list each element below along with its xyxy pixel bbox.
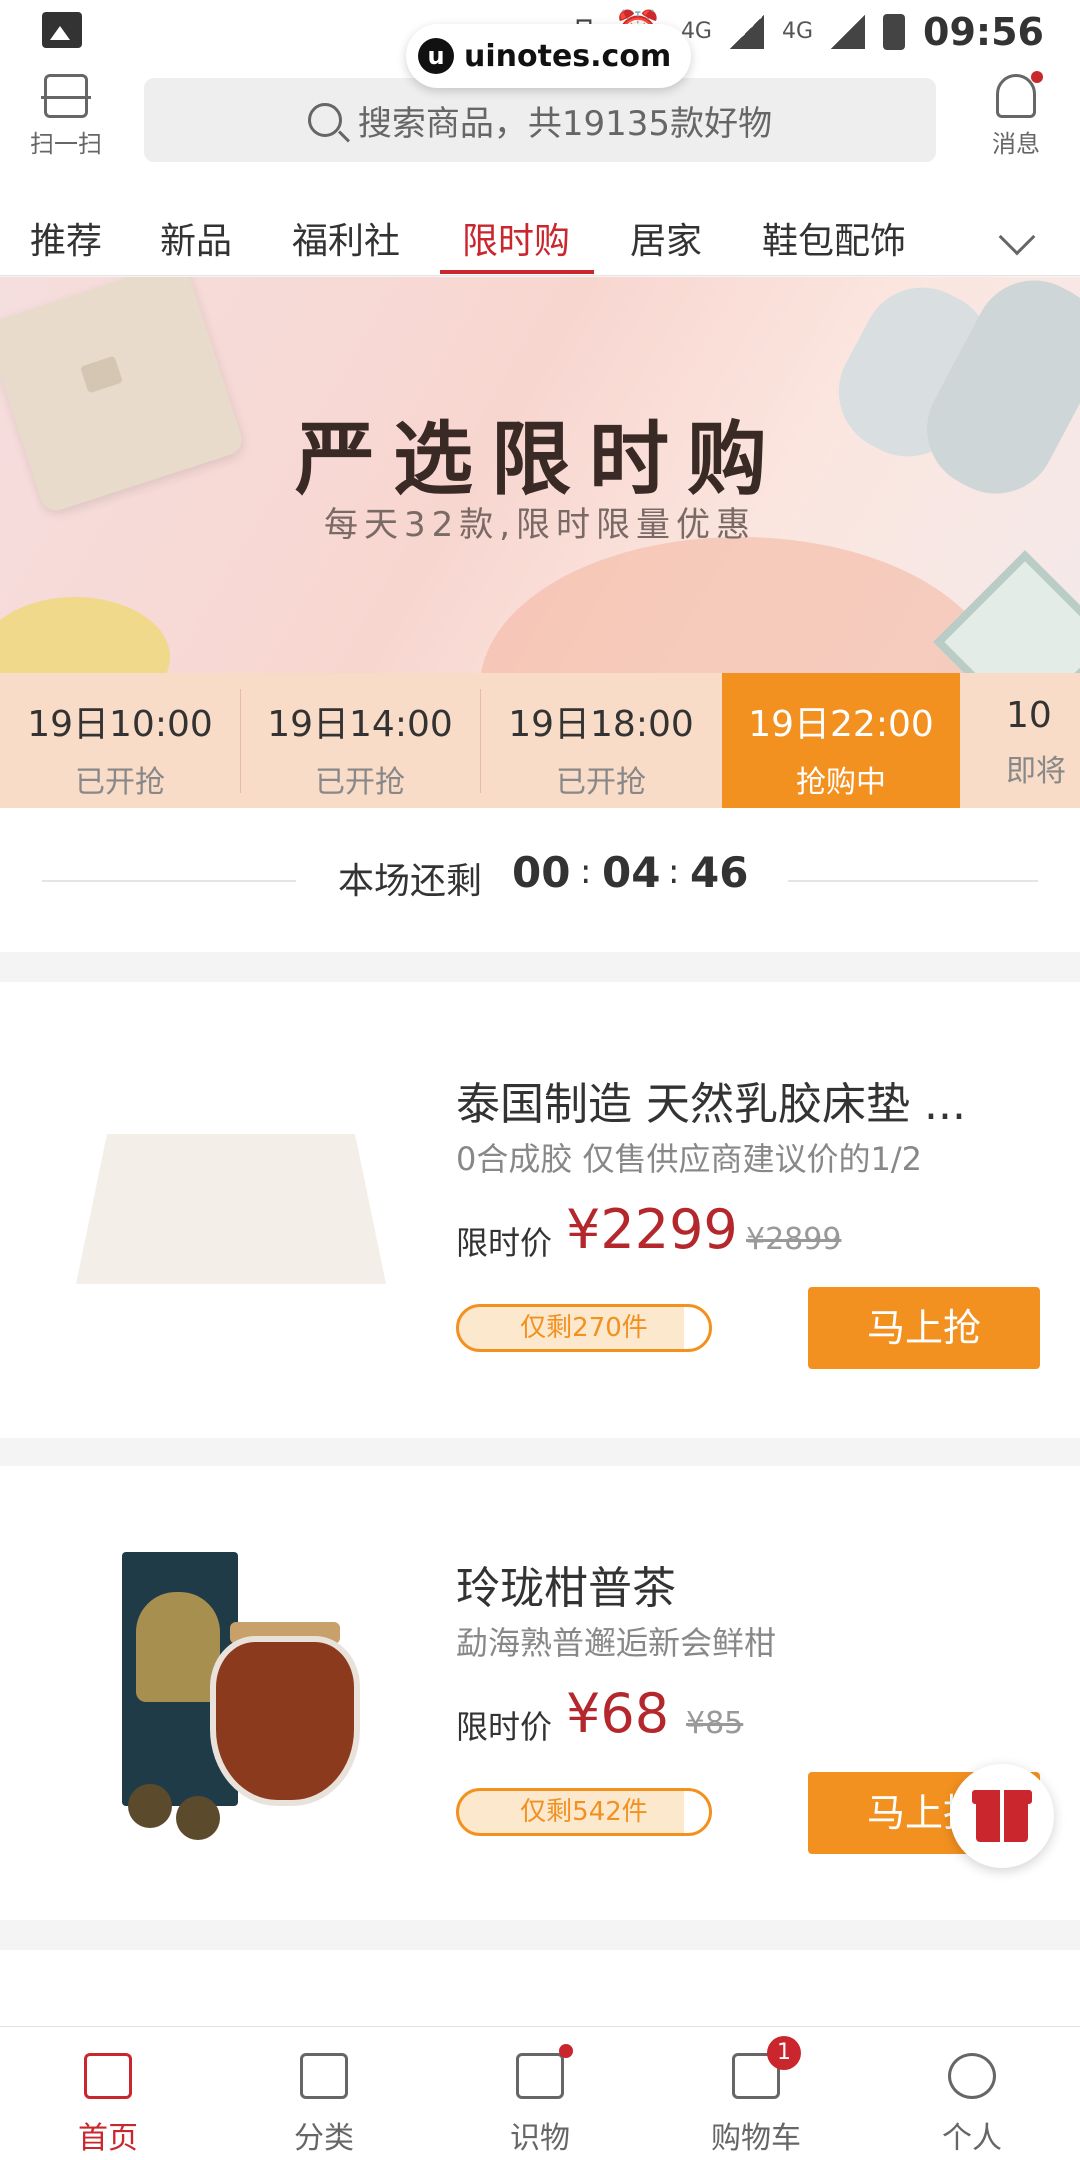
original-price: ¥2899 xyxy=(746,1222,842,1257)
nav-home[interactable]: 首页 xyxy=(48,2053,168,2157)
session-item[interactable]: 10 即将 xyxy=(1006,673,1080,808)
session-item-active[interactable]: 19日22:00 抢购中 xyxy=(722,673,960,808)
tea-image xyxy=(0,1466,420,1920)
gift-ribbon xyxy=(1000,1790,1004,1842)
teapot xyxy=(210,1636,360,1806)
nav-label: 识物 xyxy=(510,2121,570,2156)
stock-remaining: 仅剩542件 xyxy=(456,1788,712,1836)
session-selector: 19日10:00 已开抢 19日14:00 已开抢 19日18:00 已开抢 1… xyxy=(0,673,1080,808)
product-description: 0合成胶 仅售供应商建议价的1/2 xyxy=(456,1140,923,1178)
tea-ball xyxy=(176,1796,220,1840)
banner-decoration xyxy=(480,537,1000,673)
nav-profile[interactable]: 个人 xyxy=(912,2053,1032,2157)
scan-label: 扫一扫 xyxy=(30,130,102,158)
countdown-seconds: 46 xyxy=(690,848,749,897)
network-4g-2: 4G xyxy=(781,19,814,44)
product-card[interactable]: 泰国制造 天然乳胶床垫 ... 0合成胶 仅售供应商建议价的1/2 限时价 ¥2… xyxy=(0,982,1080,1438)
tab-flash-sale[interactable]: 限时购 xyxy=(462,212,570,264)
session-status: 即将 xyxy=(1006,754,1066,789)
nav-label: 购物车 xyxy=(711,2121,801,2156)
home-icon xyxy=(84,2053,132,2099)
cart-badge: 1 xyxy=(767,2036,801,2070)
original-price: ¥85 xyxy=(686,1706,744,1741)
divider-line xyxy=(42,880,296,882)
tab-recommend[interactable]: 推荐 xyxy=(30,212,102,264)
search-input[interactable]: 搜索商品，共19135款好物 xyxy=(144,78,936,162)
nav-label: 首页 xyxy=(78,2121,138,2156)
mattress-image xyxy=(76,1134,386,1284)
countdown-label: 本场还剩 xyxy=(338,861,483,902)
status-time: 09:56 xyxy=(923,9,1044,54)
active-tab-indicator xyxy=(440,270,594,274)
uinotes-logo-icon: u xyxy=(418,38,454,74)
session-status: 已开抢 xyxy=(556,765,646,800)
session-item[interactable]: 19日18:00 已开抢 xyxy=(480,673,722,808)
countdown-colon: : xyxy=(580,852,592,892)
session-item[interactable]: 19日10:00 已开抢 xyxy=(0,673,240,808)
session-status: 抢购中 xyxy=(796,765,886,800)
gift-button[interactable] xyxy=(950,1764,1054,1868)
session-time: 19日14:00 xyxy=(267,704,453,745)
session-status: 已开抢 xyxy=(75,765,165,800)
session-item[interactable]: 19日14:00 已开抢 xyxy=(240,673,480,808)
category-icon xyxy=(300,2053,348,2099)
flash-sale-banner: 严选限时购 每天32款,限时限量优惠 xyxy=(0,277,1080,673)
messages-button[interactable]: 消息 xyxy=(976,71,1056,159)
watermark-text: uinotes.com xyxy=(464,38,672,74)
banner-title: 严选限时购 xyxy=(295,413,785,506)
countdown-hours: 00 xyxy=(512,848,571,897)
nav-label: 分类 xyxy=(294,2121,354,2156)
price-label: 限时价 xyxy=(456,1708,553,1746)
user-icon xyxy=(948,2053,996,2099)
discover-icon xyxy=(516,2044,573,2099)
pot-image xyxy=(0,597,170,673)
cart-icon: 1 xyxy=(732,2036,801,2099)
product-description: 勐海熟普邂逅新会鲜柑 xyxy=(456,1624,777,1662)
nav-cart[interactable]: 1 购物车 xyxy=(696,2036,816,2157)
signal-icon-2 xyxy=(831,14,866,49)
tab-home[interactable]: 居家 xyxy=(630,212,702,264)
nav-discover[interactable]: 识物 xyxy=(480,2044,600,2157)
price-label: 限时价 xyxy=(456,1224,553,1262)
gallery-icon xyxy=(42,12,82,48)
countdown-minutes: 04 xyxy=(602,848,661,897)
scan-button[interactable]: 扫一扫 xyxy=(24,74,108,159)
nav-category[interactable]: 分类 xyxy=(264,2053,384,2157)
product-name: 泰国制造 天然乳胶床垫 ... xyxy=(456,1079,966,1130)
countdown: 本场还剩 00 : 04 : 46 xyxy=(0,808,1080,952)
bottom-navigation: 首页 分类 识物 1 购物车 个人 xyxy=(0,2026,1080,2160)
banner-subtitle: 每天32款,限时限量优惠 xyxy=(323,505,757,545)
signal-icon xyxy=(729,14,764,49)
session-time: 19日18:00 xyxy=(508,704,694,745)
search-placeholder: 搜索商品，共19135款好物 xyxy=(357,103,773,144)
tab-shoes-bags[interactable]: 鞋包配饰 xyxy=(762,212,906,264)
countdown-colon: : xyxy=(668,852,680,892)
nav-label: 个人 xyxy=(942,2121,1002,2156)
divider-line xyxy=(788,880,1038,882)
product-name: 玲珑柑普茶 xyxy=(456,1563,676,1614)
flash-price: ¥68 xyxy=(566,1682,670,1745)
scan-icon xyxy=(41,74,91,118)
stock-remaining: 仅剩270件 xyxy=(456,1304,712,1352)
product-card[interactable] xyxy=(0,1950,1080,2030)
tab-new[interactable]: 新品 xyxy=(160,212,232,264)
battery-icon xyxy=(883,13,906,50)
category-tabs: 推荐 新品 福利社 限时购 居家 鞋包配饰 xyxy=(0,180,1080,276)
tea-ball xyxy=(128,1784,172,1828)
uinotes-watermark: u uinotes.com xyxy=(406,24,692,88)
product-card[interactable]: 玲珑柑普茶 勐海熟普邂逅新会鲜柑 限时价 ¥68 ¥85 仅剩542件 马上抢 xyxy=(0,1466,1080,1920)
session-time: 10 xyxy=(1006,695,1052,736)
buy-now-button[interactable]: 马上抢 xyxy=(808,1287,1040,1369)
flash-price: ¥2299 xyxy=(566,1198,738,1261)
bell-icon xyxy=(996,71,1043,118)
session-status: 已开抢 xyxy=(315,765,405,800)
notification-dot xyxy=(1031,71,1043,83)
messages-label: 消息 xyxy=(992,130,1040,158)
session-time: 19日10:00 xyxy=(27,704,213,745)
notification-dot xyxy=(559,2044,573,2058)
tab-welfare[interactable]: 福利社 xyxy=(292,212,400,264)
session-time: 19日22:00 xyxy=(748,704,934,745)
search-icon xyxy=(307,103,342,137)
